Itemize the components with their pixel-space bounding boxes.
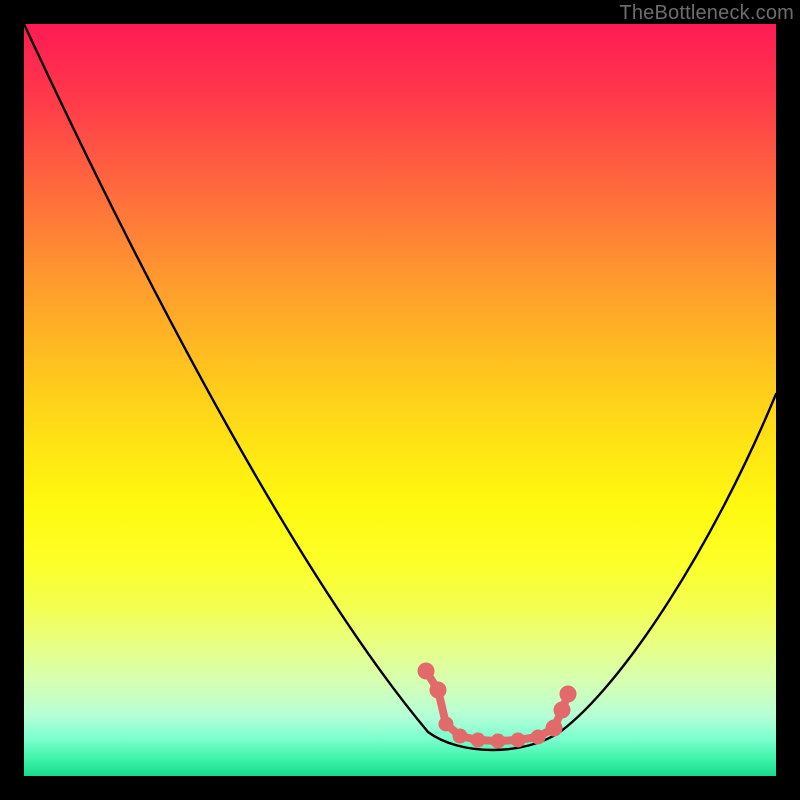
trough-dot xyxy=(546,720,562,736)
trough-dot xyxy=(491,734,505,748)
outer-frame: TheBottleneck.com xyxy=(0,0,800,800)
curve-svg xyxy=(24,24,776,776)
watermark-text: TheBottleneck.com xyxy=(619,2,794,25)
trough-dot xyxy=(471,733,485,747)
trough-dot xyxy=(418,663,434,679)
trough-dot xyxy=(439,717,453,731)
bottleneck-curve xyxy=(24,24,776,750)
trough-dot xyxy=(430,682,446,698)
trough-dot xyxy=(531,730,545,744)
trough-dot xyxy=(453,729,467,743)
trough-dot xyxy=(511,733,525,747)
plot-area xyxy=(24,24,776,776)
trough-dot xyxy=(554,702,570,718)
trough-dot xyxy=(560,686,576,702)
